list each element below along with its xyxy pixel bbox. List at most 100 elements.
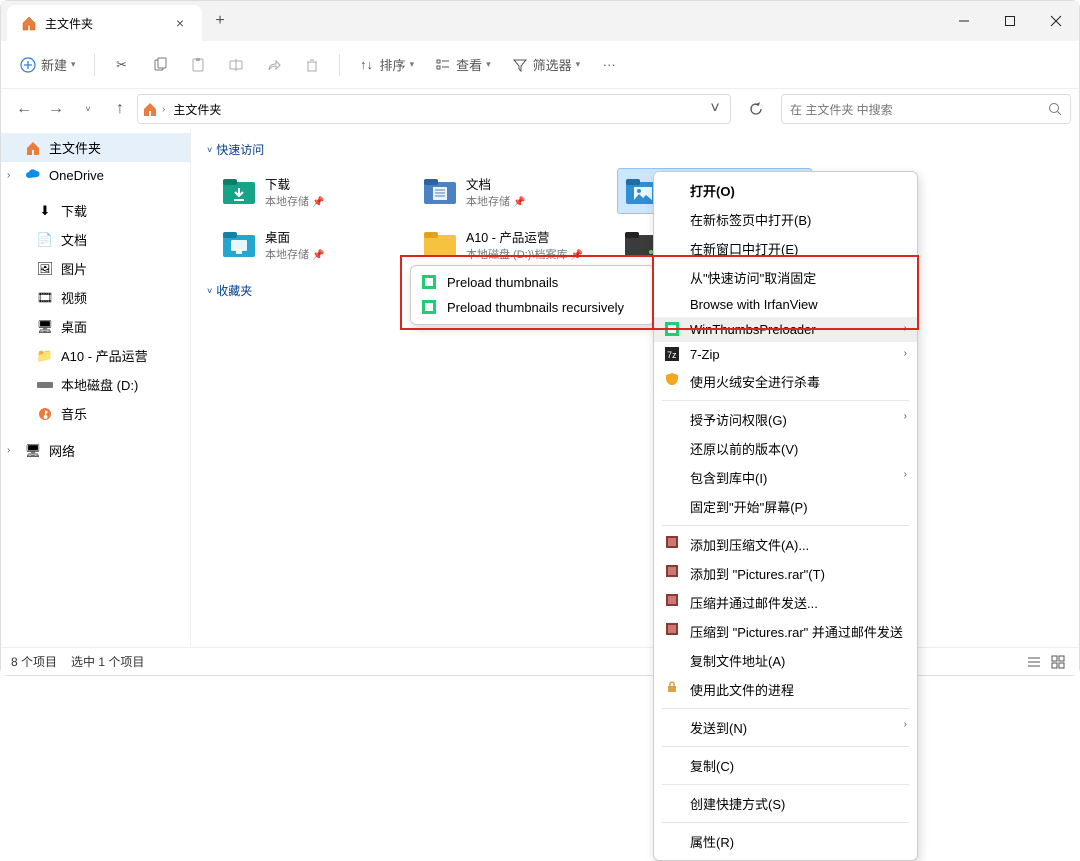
cm-send-to[interactable]: 发送到(N)› [654, 713, 917, 742]
submenu-item-preload-recursive[interactable]: Preload thumbnails recursively [411, 295, 654, 320]
chevron-down-icon: ˅ [207, 145, 212, 155]
view-button[interactable]: 查看▾ [426, 49, 499, 80]
cm-copy-address[interactable]: 复制文件地址(A) [654, 646, 917, 675]
chevron-down-icon: ▾ [71, 59, 76, 70]
refresh-button[interactable] [739, 94, 773, 124]
minimize-button[interactable] [941, 1, 987, 41]
folder-download-icon [221, 173, 257, 209]
tab-home[interactable]: 主文件夹 × [7, 5, 202, 41]
cm-grant-access[interactable]: 授予访问权限(G)› [654, 405, 917, 434]
rename-button[interactable] [219, 50, 253, 80]
folder-icon: 📁 [37, 348, 53, 364]
shield-icon [664, 371, 680, 387]
cm-compress-pictures-mail[interactable]: 压缩到 "Pictures.rar" 并通过邮件发送 [654, 617, 917, 646]
new-tab-button[interactable]: + [202, 1, 238, 41]
clipboard-icon [189, 56, 207, 74]
tab-close-icon[interactable]: × [172, 15, 188, 31]
rar-icon [664, 592, 680, 608]
recent-button[interactable]: ˅ [73, 94, 103, 124]
share-button[interactable] [257, 50, 291, 80]
close-button[interactable] [1033, 1, 1079, 41]
cm-huorong[interactable]: 使用火绒安全进行杀毒 [654, 367, 917, 396]
sidebar-item-videos[interactable]: 🎞视频 [1, 283, 190, 312]
cm-properties[interactable]: 属性(R) [654, 827, 917, 856]
sidebar-item-documents[interactable]: 📄文档 [1, 225, 190, 254]
cm-7zip[interactable]: 7z7-Zip› [654, 342, 917, 367]
chevron-right-icon[interactable]: › [7, 170, 10, 181]
back-button[interactable]: ← [9, 94, 39, 124]
details-view-button[interactable] [1023, 651, 1045, 673]
cm-include-library[interactable]: 包含到库中(I)› [654, 463, 917, 492]
maximize-button[interactable] [987, 1, 1033, 41]
tile-documents[interactable]: 文档本地存储 📌 [416, 168, 611, 214]
sidebar-item-onedrive[interactable]: ›OneDrive [1, 162, 190, 188]
context-menu: 打开(O) 在新标签页中打开(B) 在新窗口中打开(E) 从"快速访问"取消固定… [653, 171, 918, 861]
sidebar-item-localdisk[interactable]: 本地磁盘 (D:) [1, 370, 190, 399]
app-icon [421, 274, 437, 290]
new-button[interactable]: 新建 ▾ [11, 49, 84, 80]
sort-button[interactable]: ↑↓排序▾ [350, 49, 423, 80]
cm-process-using[interactable]: 使用此文件的进程 [654, 675, 917, 704]
cm-shortcut[interactable]: 创建快捷方式(S) [654, 789, 917, 818]
status-items: 8 个项目 [11, 653, 57, 670]
video-icon: 🎞 [37, 290, 53, 306]
7zip-icon: 7z [664, 346, 680, 362]
rar-icon [664, 534, 680, 550]
chevron-down-icon[interactable]: ˅ [704, 94, 726, 124]
rar-icon [664, 621, 680, 637]
image-icon: 🖼 [37, 261, 53, 277]
sidebar-item-network[interactable]: ›🖥网络 [1, 436, 190, 465]
cm-open[interactable]: 打开(O) [654, 176, 917, 205]
sidebar-item-pictures[interactable]: 🖼图片 [1, 254, 190, 283]
status-selected: 选中 1 个项目 [71, 653, 144, 670]
rename-icon [227, 56, 245, 74]
chevron-right-icon: › [904, 323, 907, 334]
sidebar-item-music[interactable]: 音乐 [1, 399, 190, 428]
paste-button[interactable] [181, 50, 215, 80]
tile-desktop[interactable]: 桌面本地存储 📌 [215, 222, 410, 266]
cm-irfanview[interactable]: Browse with IrfanView [654, 292, 917, 317]
app-icon [421, 299, 437, 315]
home-icon [142, 101, 158, 117]
sidebar-item-desktop[interactable]: 🖥桌面 [1, 312, 190, 341]
chevron-right-icon: › [904, 348, 907, 359]
chevron-down-icon: ˅ [207, 286, 212, 296]
filter-button[interactable]: 筛选器▾ [503, 49, 589, 80]
chevron-right-icon[interactable]: › [162, 104, 165, 115]
cm-add-archive[interactable]: 添加到压缩文件(A)... [654, 530, 917, 559]
pin-icon: 📌 [513, 197, 525, 208]
home-icon [25, 140, 41, 156]
sidebar-item-home[interactable]: 主文件夹 [1, 133, 190, 162]
plus-circle-icon [19, 56, 37, 74]
cm-winthumbspreloader[interactable]: WinThumbsPreloader› [654, 317, 917, 342]
cm-copy[interactable]: 复制(C) [654, 751, 917, 780]
tiles-view-button[interactable] [1047, 651, 1069, 673]
up-button[interactable]: ↑ [105, 94, 135, 124]
forward-button[interactable]: → [41, 94, 71, 124]
cm-previous-versions[interactable]: 还原以前的版本(V) [654, 434, 917, 463]
cm-compress-mail[interactable]: 压缩并通过邮件发送... [654, 588, 917, 617]
cut-button[interactable]: ✂ [105, 50, 139, 80]
submenu-item-preload[interactable]: Preload thumbnails [411, 270, 654, 295]
breadcrumb-home[interactable]: 主文件夹 [169, 101, 225, 118]
search-icon [1048, 102, 1062, 116]
copy-button[interactable] [143, 50, 177, 80]
chevron-right-icon[interactable]: › [7, 445, 10, 456]
desktop-icon: 🖥 [37, 319, 53, 335]
more-button[interactable]: ··· [592, 50, 626, 80]
sidebar-item-a10[interactable]: 📁A10 - 产品运营 [1, 341, 190, 370]
cm-pin-start[interactable]: 固定到"开始"屏幕(P) [654, 492, 917, 521]
cm-unpin-quick[interactable]: 从"快速访问"取消固定 [654, 263, 917, 292]
cm-open-window[interactable]: 在新窗口中打开(E) [654, 234, 917, 263]
tile-a10[interactable]: A10 - 产品运营本地磁盘 (D:)\档案库 📌 [416, 222, 611, 266]
cm-add-pictures-rar[interactable]: 添加到 "Pictures.rar"(T) [654, 559, 917, 588]
sidebar: 主文件夹 ›OneDrive ⬇下载 📄文档 🖼图片 🎞视频 🖥桌面 📁A10 … [1, 129, 191, 647]
cm-open-tab[interactable]: 在新标签页中打开(B) [654, 205, 917, 234]
sidebar-item-downloads[interactable]: ⬇下载 [1, 196, 190, 225]
search-input[interactable]: 在 主文件夹 中搜索 [781, 94, 1071, 124]
delete-button[interactable] [295, 50, 329, 80]
tile-downloads[interactable]: 下载本地存储 📌 [215, 168, 410, 214]
folder-document-icon [422, 173, 458, 209]
section-quickaccess[interactable]: ˅快速访问 [205, 135, 1065, 164]
address-bar[interactable]: › 主文件夹 ˅ [137, 94, 731, 124]
